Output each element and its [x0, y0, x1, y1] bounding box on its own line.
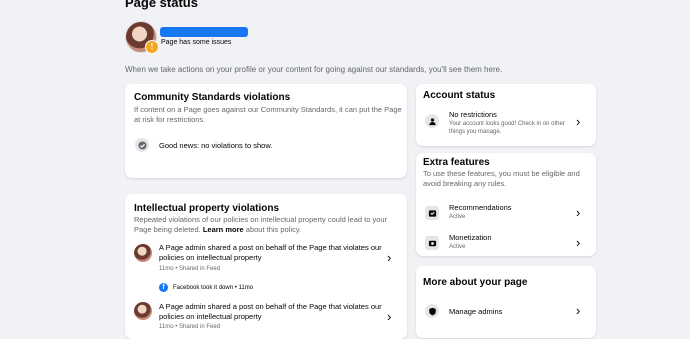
ip-violation-meta: 11mo • Shared in Feed	[159, 324, 221, 330]
warning-icon: !	[145, 40, 159, 54]
intro-text: When we take actions on your profile or …	[125, 65, 503, 74]
community-standards-title: Community Standards violations	[134, 92, 291, 103]
check-circle-icon	[135, 138, 149, 152]
manage-admins-label: Manage admins	[449, 307, 503, 316]
avatar	[134, 244, 152, 262]
ip-description-suffix: about this policy.	[245, 225, 302, 234]
account-status-card: Account status No restrictions Your acco…	[416, 84, 596, 146]
account-status-title: Account status	[423, 90, 496, 101]
recommendation-icon	[425, 206, 439, 220]
avatar	[134, 302, 152, 320]
more-about-page-card: More about your page Manage admins ›	[416, 266, 596, 338]
extra-features-description: To use these features, you must be eligi…	[423, 169, 580, 188]
learn-more-link[interactable]: Learn more	[203, 225, 244, 234]
no-restrictions-label: No restrictions	[449, 110, 497, 119]
no-restrictions-description: Your account looks good! Check in on oth…	[449, 121, 565, 135]
ip-violation-meta: 11mo • Shared in Feed	[159, 266, 221, 272]
ip-violation-text: A Page admin shared a post on behalf of …	[159, 302, 382, 321]
recommendations-label: Recommendations	[449, 203, 512, 212]
lock-icon	[425, 114, 439, 128]
more-about-page-title: More about your page	[423, 277, 528, 288]
community-standards-status: Good news: no violations to show.	[159, 141, 273, 150]
page-title: Page status	[125, 0, 198, 10]
extra-features-title: Extra features	[423, 157, 490, 168]
chevron-right-icon: ›	[576, 114, 581, 129]
shield-icon	[425, 304, 439, 318]
takedown-text: Facebook took it down • 11mo	[173, 285, 254, 291]
community-standards-description: If content on a Page goes against our Co…	[134, 105, 402, 124]
ip-violations-description: Repeated violations of our policies on i…	[134, 215, 402, 235]
monetization-label: Monetization	[449, 233, 492, 242]
extra-features-card: Extra features To use these features, yo…	[416, 153, 596, 256]
facebook-logo-icon: f	[159, 283, 168, 292]
page-avatar[interactable]: !	[125, 21, 159, 54]
monetization-status: Active	[449, 244, 466, 250]
community-standards-card: Community Standards violations If conten…	[125, 84, 407, 178]
chevron-right-icon: ›	[576, 303, 581, 318]
ip-violations-card: Intellectual property violations Repeate…	[125, 194, 407, 339]
chevron-right-icon: ›	[576, 205, 581, 220]
recommendations-status: Active	[449, 214, 466, 220]
monetization-icon	[425, 236, 439, 250]
page-name-redacted	[160, 27, 248, 37]
page-issue-status: Page has some issues	[161, 39, 232, 46]
chevron-right-icon: ›	[387, 309, 392, 324]
chevron-right-icon: ›	[387, 250, 392, 265]
chevron-right-icon: ›	[576, 235, 581, 250]
ip-violations-title: Intellectual property violations	[134, 203, 280, 214]
ip-violation-text: A Page admin shared a post on behalf of …	[159, 243, 382, 262]
